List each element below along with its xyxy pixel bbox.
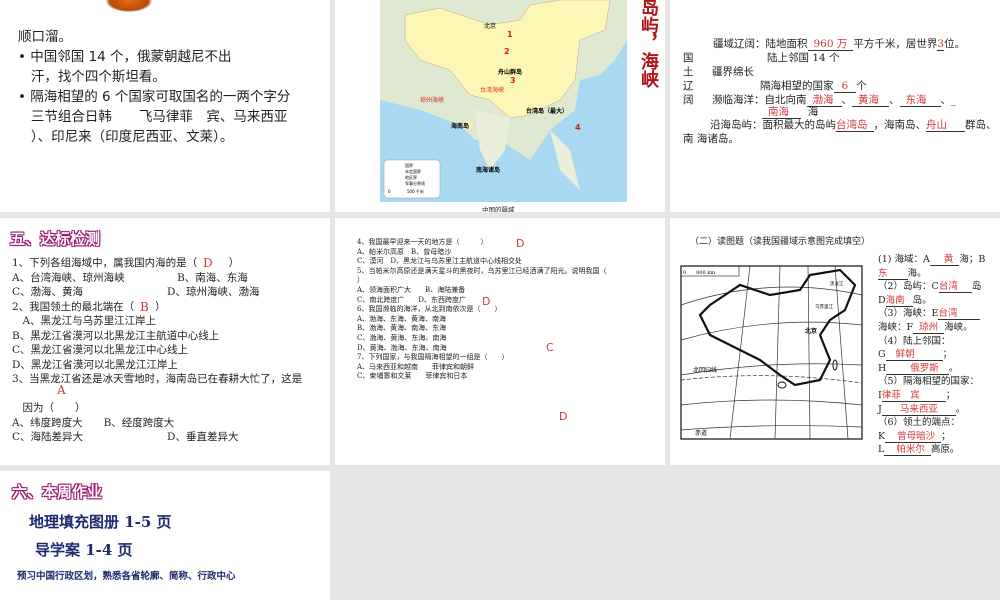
map-label-taiwan-strait: 台湾海峡: [480, 86, 504, 94]
line-overseas: 隔海相望的国家 6 个: [760, 80, 867, 93]
slide-title: 五、达标检测: [10, 230, 101, 248]
maple-leaf-image: [106, 0, 152, 12]
slide-6-thumbnail[interactable]: （二）读图题（读我国疆域示意图完成填空） 0 800 km 北京 乌苏里江 黑龙…: [670, 218, 1000, 465]
side-char: 辽: [683, 80, 694, 92]
slide-title: 六、本周作业: [12, 483, 103, 501]
map-label-equator: 赤道: [695, 429, 707, 437]
question-list: 1、下列各组海域中，属我国内海的是（ ） A、台湾海峡、琼州海峡 B、南海、东海 C…: [12, 257, 303, 443]
line-islands: 沿海岛屿：面积最大的岛屿台湾岛 ，海南岛、舟山 群岛、: [710, 119, 997, 132]
bullet-1: • 中国邻国 14 个，俄蒙朝越尼不出 汗，找个四个斯坦看。: [18, 49, 232, 85]
line-seas: 濒临海洋：自北向南 渤海、黄海、东海 、_: [712, 94, 957, 107]
legend-item: 地区界: [405, 174, 417, 180]
line-islands-2: 南 海诸岛。: [683, 133, 739, 145]
answer-q2: B: [140, 300, 149, 314]
map-caption: 中国的疆域: [482, 206, 515, 212]
homework-line-3: 预习中国行政区划，熟悉各省轮廓、简称、行政中心: [17, 571, 236, 582]
map-label-nanhai-islands: 南海诸岛: [476, 166, 500, 174]
map-number-4: 4: [575, 123, 581, 132]
answer-q5: D: [482, 295, 491, 308]
answer-q7: D: [559, 410, 568, 423]
map-label-wusuli: 乌苏里江: [815, 303, 833, 310]
map-number-2: 2: [504, 47, 510, 56]
side-char: 阔: [683, 94, 694, 106]
legend-item: 未定国界: [405, 168, 421, 174]
territory-sketch-map: 0 800 km 北京 乌苏里江 黑龙江 北回归线 赤道: [680, 265, 863, 440]
fill-in-answers: (1) 海域：A 黄海；B 东海。 （2）岛屿：C台湾岛 D海南 岛。 （3）海峡：…: [878, 254, 986, 457]
slide-3-thumbnail[interactable]: 疆域辽阔：陆地面积 960 万平方千米，居世界3位。 国 陆上邻国 14 个 土 …: [670, 0, 1000, 212]
map-label-tropic: 北回归线: [693, 366, 717, 374]
map-label-taiwan-island: 台湾岛（最大）: [526, 107, 568, 115]
map-scale: 0 800 km: [683, 270, 715, 276]
answer-q6: C: [546, 341, 554, 354]
legend-item: 军事分界线: [405, 180, 425, 186]
slide-7-thumbnail[interactable]: 六、本周作业 地理填充图册 1-5 页 导学案 1-4 页 预习中国行政区划，熟…: [0, 471, 330, 600]
homework-line-2: 导学案 1-4 页: [35, 541, 133, 559]
map-label-qiongzhou-strait: 琼州海峡: [420, 96, 444, 104]
legend-item: 国界: [405, 162, 413, 168]
slide-2-thumbnail[interactable]: 北京 1 2 3 4 舟山群岛 台湾海峡 琼州海峡 台湾岛（最大） 海南岛 南海…: [335, 0, 665, 212]
map-number-1: 1: [507, 30, 513, 39]
side-char: 土: [683, 66, 694, 78]
vertical-title: 岛屿，海峡: [638, 0, 659, 88]
map-label-heilongjiang: 黑龙江: [830, 280, 844, 287]
china-territory-map: 北京 1 2 3 4 舟山群岛 台湾海峡 琼州海峡 台湾岛（最大） 海南岛 南海…: [380, 0, 627, 202]
slide-4-thumbnail[interactable]: 五、达标检测 1、下列各组海域中，属我国内海的是（ ） A、台湾海峡、琼州海峡 B…: [0, 218, 330, 465]
line-neighbors: 陆上邻国 14 个: [767, 52, 840, 64]
map-label-zhoushan: 舟山群岛: [498, 68, 522, 76]
slide-1-thumbnail[interactable]: 顺口溜。 • 中国邻国 14 个，俄蒙朝越尼不出 汗，找个四个斯坦看。 • 隔海…: [0, 0, 330, 212]
answer-q4: D: [516, 237, 525, 250]
homework-line-1: 地理填充图册 1-5 页: [29, 513, 172, 531]
line-area: 疆域辽阔：陆地面积 960 万平方千米，居世界3位。: [713, 38, 966, 51]
scale-label: 500 千米: [407, 188, 424, 194]
slide-5-thumbnail[interactable]: 4、我国最早迎来一天的地方是（ ） A、帕米尔高原 B、曾母暗沙 C、漠河 D、黑龙…: [335, 218, 665, 465]
map-label-beijing: 北京: [484, 22, 496, 30]
map-number-3: 3: [510, 76, 516, 85]
line-border: 疆界绵长: [712, 66, 754, 78]
slide-heading: （二）读图题（读我国疆域示意图完成填空）: [690, 237, 871, 247]
side-char: 国: [683, 52, 694, 64]
answer-q1: D: [203, 256, 213, 270]
map-label-beijing: 北京: [805, 327, 817, 335]
bullet-2: • 隔海相望的 6 个国家可取国名的一两个字分 三节组合日韩 飞马律菲 宾、马来…: [18, 89, 291, 145]
rhyme-text: 顺口溜。: [18, 29, 72, 45]
question-list: 4、我国最早迎来一天的地方是（ ） A、帕米尔高原 B、曾母暗沙 C、漠河 D、黑龙…: [357, 238, 607, 381]
answer-q3: A: [57, 383, 66, 397]
map-label-hainan: 海南岛: [451, 122, 469, 130]
